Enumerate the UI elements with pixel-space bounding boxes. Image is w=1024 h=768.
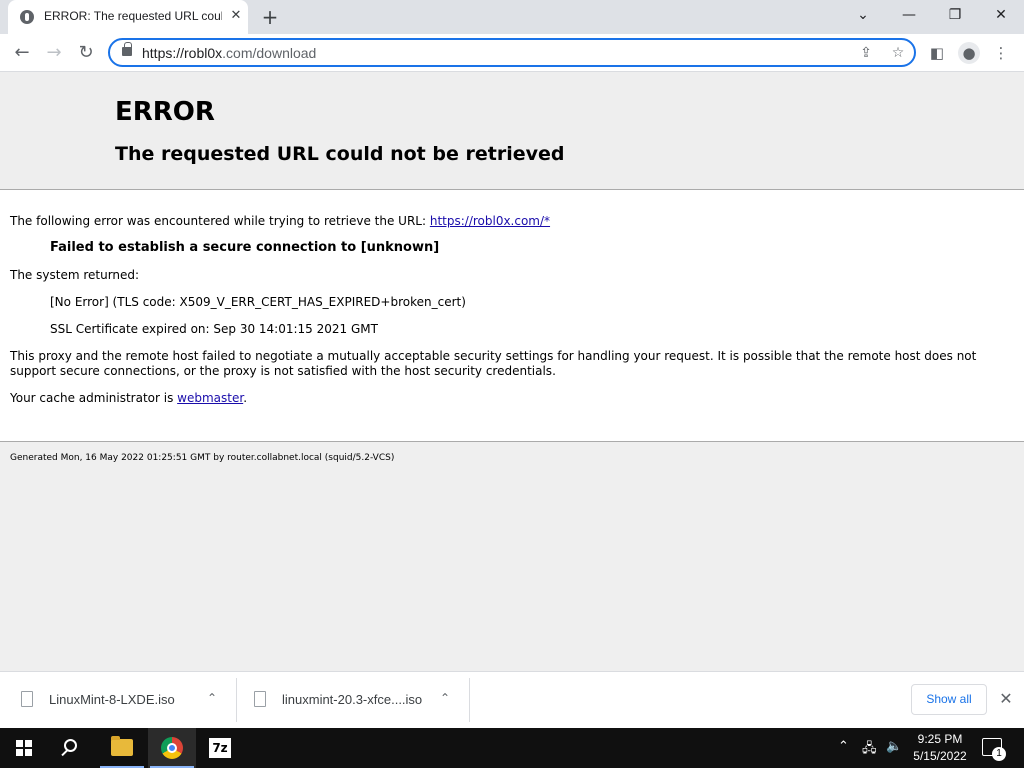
download-filename: LinuxMint-8-LXDE.iso — [49, 692, 175, 707]
show-all-button[interactable]: Show all — [911, 684, 987, 715]
admin-end: . — [243, 391, 248, 405]
profile-icon[interactable]: ● — [958, 42, 980, 64]
explanation-line-2: support secure connections, or the proxy… — [10, 364, 556, 378]
file-icon — [254, 691, 266, 707]
divider — [236, 678, 237, 722]
admin-line: Your cache administrator is webmaster. — [10, 391, 247, 405]
url-path: .com/download — [222, 45, 317, 61]
page-content: ERROR The requested URL could not be ret… — [0, 72, 1024, 671]
share-icon[interactable]: ⇪ — [856, 43, 876, 63]
chrome-button[interactable] — [148, 728, 196, 768]
volume-icon[interactable]: 🔈 — [886, 739, 902, 754]
address-bar[interactable]: https://robl0x.com/download ⇪ ☆ — [108, 38, 916, 67]
back-arrow-icon[interactable]: ← — [8, 40, 36, 66]
download-item[interactable]: linuxmint-20.3-xfce....iso ⌃ — [254, 678, 464, 722]
chevron-up-icon[interactable]: ⌃ — [204, 690, 220, 706]
page-title: ERROR — [115, 97, 215, 127]
clock-date: 5/15/2022 — [913, 749, 967, 763]
intro-text: The following error was encountered whil… — [10, 214, 430, 228]
reload-icon[interactable]: ↻ — [72, 40, 100, 66]
file-icon — [21, 691, 33, 707]
system-returned-label: The system returned: — [10, 268, 140, 282]
error-header: ERROR The requested URL could not be ret… — [0, 72, 1024, 190]
explanation-line-1: This proxy and the remote host failed to… — [10, 349, 977, 363]
sevenzip-icon: 7z — [209, 738, 231, 758]
search-icon — [64, 739, 77, 752]
divider — [469, 678, 470, 722]
page-subtitle: The requested URL could not be retrieved — [115, 143, 565, 165]
tab-title: ERROR: The requested URL could not be re… — [44, 9, 222, 23]
start-button[interactable] — [0, 728, 48, 768]
windows-logo-icon — [16, 740, 32, 756]
file-explorer-button[interactable] — [98, 728, 146, 768]
star-icon[interactable]: ☆ — [888, 43, 908, 63]
notification-badge: 1 — [992, 747, 1006, 761]
globe-icon — [20, 10, 34, 24]
requested-url-link[interactable]: https://robl0x.com/* — [430, 214, 550, 228]
minimize-icon[interactable]: — — [886, 0, 932, 30]
taskbar: 7z ⌃ 🖧 🔈 9:25 PM 5/15/2022 1 — [0, 728, 1024, 768]
restore-icon[interactable]: ❐ — [932, 0, 978, 30]
browser-tab[interactable]: ERROR: The requested URL could not be re… — [8, 0, 248, 34]
chevron-up-icon[interactable]: ⌃ — [437, 690, 453, 706]
url-text[interactable]: https://robl0x.com/download — [142, 45, 316, 61]
generated-footer: Generated Mon, 16 May 2022 01:25:51 GMT … — [10, 453, 395, 463]
close-icon[interactable]: ✕ — [996, 689, 1016, 709]
tab-strip: ERROR: The requested URL could not be re… — [0, 0, 1024, 34]
webmaster-link[interactable]: webmaster — [177, 391, 243, 405]
ssl-expiry-message: SSL Certificate expired on: Sep 30 14:01… — [50, 322, 378, 336]
admin-text: Your cache administrator is — [10, 391, 178, 405]
lock-icon[interactable] — [122, 42, 132, 56]
chevron-up-icon[interactable]: ⌃ — [838, 739, 849, 754]
download-item[interactable]: LinuxMint-8-LXDE.iso ⌃ — [21, 678, 231, 722]
intro-line: The following error was encountered whil… — [10, 214, 550, 228]
chrome-icon — [161, 737, 183, 759]
clock-time: 9:25 PM — [917, 732, 963, 746]
kebab-menu-icon[interactable]: ⋮ — [990, 42, 1012, 64]
side-panel-icon[interactable]: ◧ — [926, 42, 948, 64]
url-host: https://robl0x — [142, 45, 223, 61]
search-button[interactable] — [48, 728, 96, 768]
tls-error-message: [No Error] (TLS code: X509_V_ERR_CERT_HA… — [50, 295, 466, 309]
failure-message: Failed to establish a secure connection … — [50, 240, 440, 255]
sevenzip-button[interactable]: 7z — [196, 728, 244, 768]
plus-icon[interactable]: + — [258, 5, 282, 29]
clock[interactable]: 9:25 PM 5/15/2022 — [908, 731, 972, 765]
download-filename: linuxmint-20.3-xfce....iso — [282, 692, 423, 707]
window-close-icon[interactable]: ✕ — [978, 0, 1024, 30]
close-icon[interactable]: ✕ — [228, 8, 244, 24]
network-icon[interactable]: 🖧 — [862, 739, 877, 761]
folder-icon — [111, 736, 133, 756]
browser-toolbar: ← → ↻ https://robl0x.com/download ⇪ ☆ ◧ … — [0, 34, 1024, 72]
forward-arrow-icon[interactable]: → — [40, 40, 68, 66]
chevron-down-icon[interactable]: ⌄ — [840, 0, 886, 30]
downloads-bar: LinuxMint-8-LXDE.iso ⌃ linuxmint-20.3-xf… — [0, 671, 1024, 728]
error-body: The following error was encountered whil… — [0, 190, 1024, 442]
